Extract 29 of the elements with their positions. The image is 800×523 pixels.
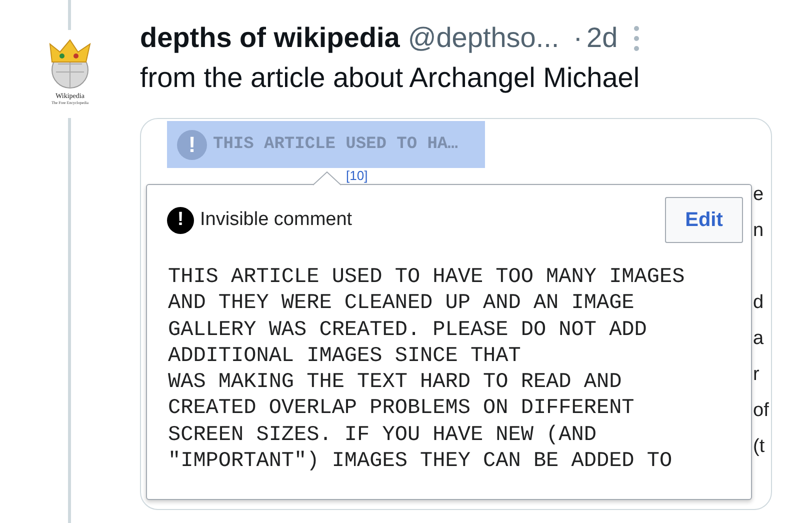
post-time[interactable]: 2d	[586, 17, 618, 59]
comment-line: GALLERY WAS CREATED. PLEASE DO NOT ADD	[168, 318, 647, 344]
citation[interactable]: [10]	[346, 168, 368, 183]
popup-pointer-icon	[313, 171, 341, 186]
comment-line: "IMPORTANT") IMAGES THEY CAN BE ADDED TO	[168, 449, 672, 476]
popup-title: Invisible comment	[200, 208, 352, 232]
author-name[interactable]: depths of wikipedia	[140, 17, 400, 59]
post-text: from the article about Archangel Michael	[140, 61, 641, 95]
text-fragment: of	[753, 399, 769, 423]
text-fragment: a	[753, 327, 765, 351]
text-fragment: r	[753, 363, 760, 387]
text-fragment: n	[753, 219, 765, 243]
alert-icon: !	[177, 130, 207, 160]
text-fragment: d	[753, 291, 765, 315]
author-handle[interactable]: @depthso...	[408, 17, 560, 59]
globe-crown-icon	[48, 38, 92, 90]
comment-line: ADDITIONAL IMAGES SINCE THAT	[168, 344, 521, 370]
alert-icon: !	[167, 206, 194, 234]
comment-line: CREATED OVERLAP PROBLEMS ON DIFFERENT	[168, 396, 634, 422]
comment-line: AND THEY WERE CLEANED UP AND AN IMAGE	[168, 291, 634, 318]
text-fragment: (t	[753, 435, 766, 459]
attached-image[interactable]	[140, 118, 772, 510]
comment-line: THIS ARTICLE USED TO HAVE TOO MANY IMAGES	[168, 265, 685, 291]
separator: ·	[573, 21, 583, 55]
edit-button[interactable]: Edit	[665, 197, 743, 243]
text-fragment: e	[753, 183, 765, 207]
marker-label: THIS ARTICLE USED TO HA…	[213, 134, 458, 156]
comment-line: SCREEN SIZES. IF YOU HAVE NEW (AND	[168, 422, 596, 449]
comment-line: WAS MAKING THE TEXT HARD TO READ AND	[168, 370, 622, 396]
